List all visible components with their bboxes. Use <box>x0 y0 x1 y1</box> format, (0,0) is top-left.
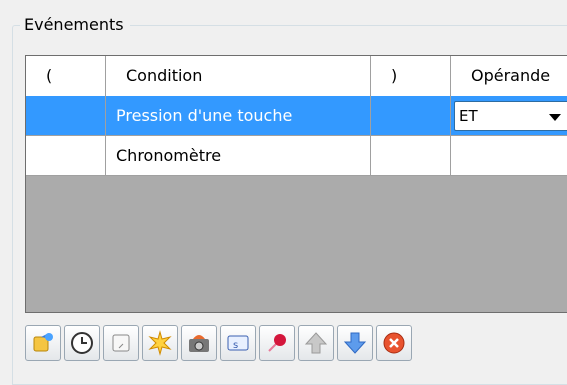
column-header-condition[interactable]: Condition <box>106 56 371 96</box>
move-up-icon <box>304 332 328 354</box>
camera-icon <box>189 335 209 352</box>
delete-button[interactable] <box>376 325 412 361</box>
blank-condition-icon <box>112 334 130 352</box>
pin-icon <box>268 334 286 352</box>
condition-button[interactable] <box>103 325 139 361</box>
table-row[interactable]: Pression d'une touche ET <box>26 96 567 136</box>
grid-header: ( Condition ) Opérande <box>26 56 567 97</box>
column-header-open-paren[interactable]: ( <box>26 56 106 96</box>
add-event-button[interactable] <box>25 325 61 361</box>
collision-button[interactable] <box>142 325 178 361</box>
pin-button[interactable] <box>259 325 295 361</box>
events-group-title: Evénements <box>20 15 130 35</box>
cell-condition[interactable]: Pression d'une touche <box>106 96 371 136</box>
cell-close-paren[interactable] <box>371 136 451 176</box>
cell-close-paren[interactable] <box>371 96 451 136</box>
chevron-down-icon[interactable] <box>549 114 561 121</box>
move-down-button[interactable] <box>337 325 373 361</box>
camera-button[interactable] <box>181 325 217 361</box>
operand-value: ET <box>459 107 478 125</box>
add-event-icon <box>33 333 53 352</box>
cell-open-paren[interactable] <box>26 96 106 136</box>
column-header-operand[interactable]: Opérande <box>451 56 567 96</box>
cell-condition[interactable]: Chronomètre <box>106 136 371 176</box>
move-down-icon <box>343 332 367 354</box>
timer-button[interactable] <box>64 325 100 361</box>
cell-operand[interactable]: ET <box>451 96 567 136</box>
variable-icon: s <box>227 335 249 351</box>
operand-dropdown[interactable]: ET <box>454 101 567 131</box>
clock-icon <box>71 332 93 354</box>
move-up-button[interactable] <box>298 325 334 361</box>
delete-icon <box>383 332 405 354</box>
column-header-close-paren[interactable]: ) <box>371 56 451 96</box>
svg-text:s: s <box>233 340 238 351</box>
cell-open-paren[interactable] <box>26 136 106 176</box>
events-grid[interactable]: ( Condition ) Opérande Pression d'une to… <box>25 55 567 313</box>
table-row[interactable]: Chronomètre <box>26 136 567 176</box>
events-toolbar: s <box>25 325 412 365</box>
explosion-icon <box>148 330 172 356</box>
variable-button[interactable]: s <box>220 325 256 361</box>
cell-operand[interactable] <box>451 136 567 176</box>
